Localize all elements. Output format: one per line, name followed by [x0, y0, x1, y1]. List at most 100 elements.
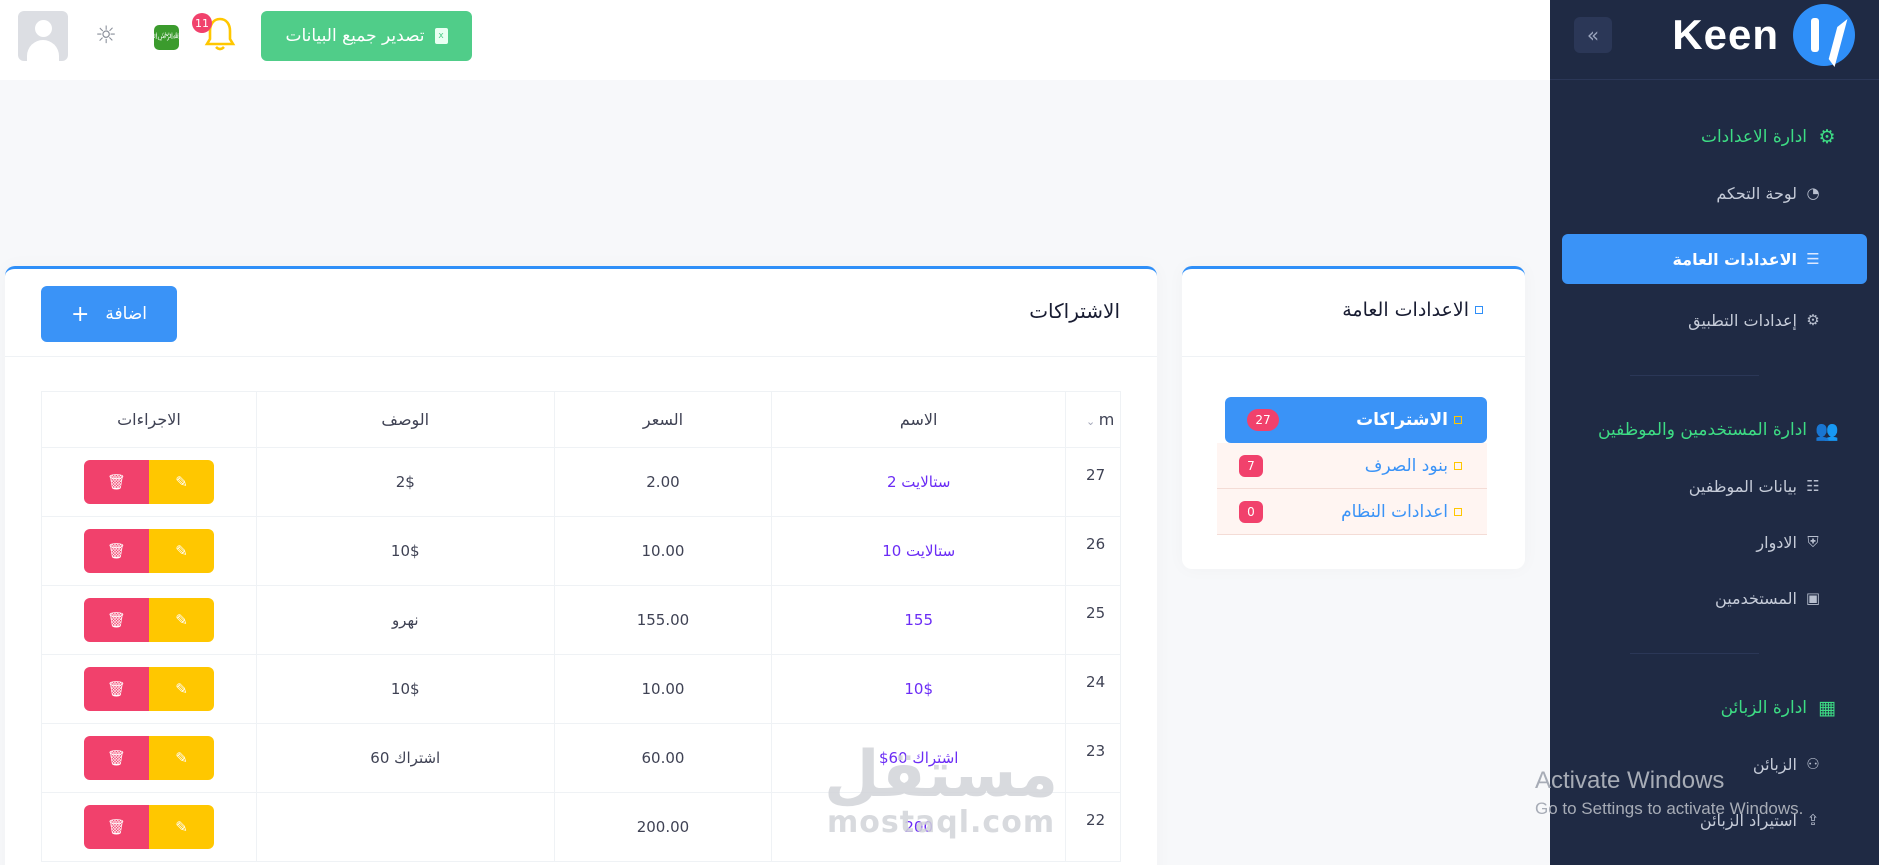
settings-menu: 27 الاشتراكات 7 بنود الصرف 0 اعدادات الن… — [1217, 397, 1487, 535]
pencil-icon: ✎ — [175, 680, 188, 698]
sidebar-item-label: المستخدمين — [1715, 588, 1797, 608]
cell-id: 25 — [1065, 585, 1121, 655]
delete-button[interactable]: 🗑 — [83, 736, 149, 780]
trash-icon: 🗑 — [106, 749, 126, 767]
sidebar-item-dashboard[interactable]: ◔ لوحة التحكم — [1550, 178, 1879, 208]
edit-button[interactable]: ✎ — [148, 460, 214, 504]
sun-icon[interactable]: ☼ — [93, 22, 119, 48]
cell-id: 24 — [1065, 654, 1121, 724]
square-icon — [1454, 416, 1462, 424]
section-customers-title: ▦ ادارة الزبائن — [1550, 693, 1879, 723]
count-badge: 0 — [1239, 500, 1263, 523]
edit-button[interactable]: ✎ — [148, 598, 214, 642]
cell-id: 26 — [1065, 516, 1121, 586]
cell-name[interactable]: ستالايت 10 — [771, 516, 1067, 586]
section-users-title: 👥 ادارة المستخدمين والموظفين — [1550, 415, 1879, 445]
delete-button[interactable]: 🗑 — [83, 805, 149, 849]
shield-icon: ⛨ — [1807, 533, 1819, 551]
mostaql-watermark-url: mostaql.com — [826, 805, 1056, 840]
sidebar-item-users[interactable]: ▣ المستخدمين — [1550, 583, 1879, 613]
cell-description: 10$ — [255, 516, 555, 586]
general-settings-card-header: الاعدادات العامة — [1182, 269, 1525, 357]
sidebar-item-app-settings[interactable]: ⚙ إعدادات التطبيق — [1550, 305, 1879, 335]
sidebar-item-label: لوحة التحكم — [1716, 183, 1797, 203]
cell-actions: ✎ 🗑 — [41, 516, 257, 586]
square-icon — [1475, 306, 1483, 314]
building-icon: ▦ — [1818, 697, 1836, 719]
section-settings-label: ادارة الاعدادات — [1700, 127, 1807, 147]
sidebar-item-roles[interactable]: ⛨ الادوار — [1550, 527, 1879, 557]
gauge-icon: ◔ — [1806, 184, 1820, 202]
settings-menu-expense-items[interactable]: 7 بنود الصرف — [1217, 443, 1487, 489]
sidebar-item-label: الاعدادات العامة — [1672, 249, 1797, 269]
section-customers-label: ادارة الزبائن — [1720, 698, 1807, 718]
column-header-price[interactable]: السعر — [553, 391, 773, 448]
cell-name[interactable]: 155 — [771, 585, 1067, 655]
cell-price: 200.00 — [553, 792, 773, 862]
sidebar: Keen » ⚙ ادارة الاعدادات ◔ لوحة التحكم ☰… — [1550, 0, 1879, 865]
column-header-name[interactable]: الاسم — [771, 391, 1067, 448]
brand-logo[interactable]: Keen — [1672, 4, 1855, 66]
square-icon — [1454, 507, 1462, 516]
cell-name[interactable]: ستالايت 2 — [771, 447, 1067, 517]
cell-name[interactable]: 10$ — [771, 654, 1067, 724]
subscriptions-title: الاشتراكات — [1029, 299, 1120, 323]
delete-button[interactable]: 🗑 — [83, 667, 149, 711]
top-bar: ☼ ﷽ 11 x تصدير جميع البيانات — [0, 0, 1550, 80]
clipboard-icon: ▣ — [1805, 589, 1821, 607]
export-all-label: تصدير جميع البيانات — [285, 26, 425, 46]
settings-menu-text: اعدادات النظام — [1341, 501, 1448, 522]
settings-menu-system-settings[interactable]: 0 اعدادات النظام — [1217, 489, 1487, 535]
people-icon: ⚇ — [1806, 755, 1820, 773]
sidebar-header: Keen » — [1550, 0, 1879, 80]
cell-id: 27 — [1065, 447, 1121, 517]
column-header-text: m — [1098, 410, 1115, 429]
gear-icon: ⚙ — [1818, 126, 1836, 148]
user-avatar[interactable] — [18, 11, 68, 61]
collapse-sidebar-button[interactable]: » — [1574, 17, 1612, 53]
activate-windows-watermark: Activate Windows Go to Settings to activ… — [1535, 767, 1803, 819]
count-badge: 27 — [1247, 409, 1279, 431]
column-header-description[interactable]: الوصف — [255, 391, 555, 448]
cell-price: 60.00 — [553, 723, 773, 793]
add-subscription-button[interactable]: اضافة + — [41, 286, 177, 342]
cell-actions: ✎ 🗑 — [41, 585, 257, 655]
excel-file-icon: x — [434, 28, 448, 44]
edit-button[interactable]: ✎ — [148, 736, 214, 780]
table-row: 24 10$ 10.00 10$ ✎ 🗑 — [41, 654, 1121, 724]
pencil-icon: ✎ — [175, 611, 188, 629]
cell-id: 22 — [1065, 792, 1121, 862]
delete-button[interactable]: 🗑 — [83, 598, 149, 642]
cell-description: اشتراك 60 — [255, 723, 555, 793]
edit-button[interactable]: ✎ — [148, 667, 214, 711]
count-badge: 7 — [1239, 454, 1263, 477]
general-settings-card: الاعدادات العامة 27 الاشتراكات 7 بنود ال… — [1182, 266, 1525, 569]
square-icon — [1454, 461, 1462, 470]
table-header-row: m ⌄ الاسم السعر الوصف الاجراءات — [41, 391, 1121, 448]
trash-icon: 🗑 — [106, 473, 126, 491]
subscriptions-card-header: الاشتراكات اضافة + — [5, 269, 1157, 357]
sliders-icon: ☰ — [1806, 250, 1820, 268]
edit-button[interactable]: ✎ — [148, 805, 214, 849]
pencil-icon: ✎ — [175, 542, 188, 560]
trash-icon: 🗑 — [106, 818, 126, 836]
plus-icon: + — [70, 301, 90, 327]
delete-button[interactable]: 🗑 — [83, 460, 149, 504]
settings-menu-subscriptions[interactable]: 27 الاشتراكات — [1225, 397, 1487, 443]
sidebar-item-employees[interactable]: ☷ بيانات الموظفين — [1550, 471, 1879, 501]
export-all-button[interactable]: x تصدير جميع البيانات — [261, 11, 472, 61]
column-header-id[interactable]: m ⌄ — [1065, 391, 1121, 448]
section-settings-title: ⚙ ادارة الاعدادات — [1550, 122, 1879, 152]
cell-description — [255, 792, 555, 862]
mostaql-watermark-arabic: مستقل — [824, 738, 1059, 812]
sort-chevron-icon: ⌄ — [1086, 415, 1099, 428]
notification-badge: 11 — [192, 13, 212, 33]
trash-icon: 🗑 — [106, 611, 126, 629]
sidebar-item-general-settings[interactable]: ☰ الاعدادات العامة — [1562, 234, 1867, 284]
cell-description: نهرو — [255, 585, 555, 655]
edit-button[interactable]: ✎ — [148, 529, 214, 573]
sidebar-item-label: بيانات الموظفين — [1688, 476, 1797, 496]
saudi-flag-icon[interactable]: ﷽ — [136, 25, 197, 50]
table-row: 27 ستالايت 2 2.00 2$ ✎ 🗑 — [41, 447, 1121, 517]
delete-button[interactable]: 🗑 — [83, 529, 149, 573]
